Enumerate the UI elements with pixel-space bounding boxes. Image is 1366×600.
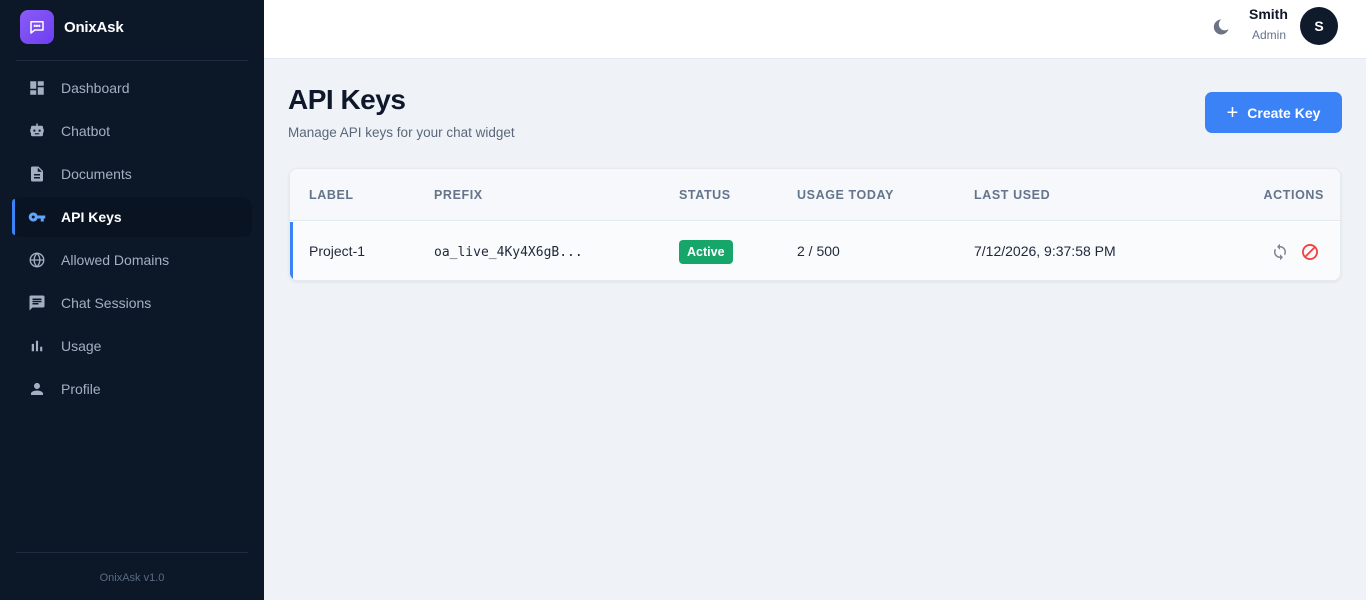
create-key-button[interactable]: + Create Key xyxy=(1205,92,1342,133)
sidebar-item-chatbot[interactable]: Chatbot xyxy=(12,111,252,151)
sidebar-item-label: Profile xyxy=(61,381,101,397)
sidebar: OnixAsk Dashboard Chatbot Documents API xyxy=(0,0,264,600)
sidebar-item-label: Chat Sessions xyxy=(61,295,152,311)
chat-bubble-icon xyxy=(20,10,54,44)
sidebar-item-label: Usage xyxy=(61,338,102,354)
sidebar-item-profile[interactable]: Profile xyxy=(12,369,252,409)
revoke-icon[interactable] xyxy=(1300,242,1320,262)
avatar[interactable]: S xyxy=(1300,7,1338,45)
sidebar-nav: Dashboard Chatbot Documents API Keys All… xyxy=(12,68,252,412)
brand[interactable]: OnixAsk xyxy=(20,10,124,44)
plus-icon: + xyxy=(1226,101,1239,124)
column-header-label: LABEL xyxy=(309,188,354,202)
key-prefix: oa_live_4Ky4X6gB... xyxy=(434,245,583,260)
sidebar-item-label: API Keys xyxy=(61,209,122,225)
sidebar-item-documents[interactable]: Documents xyxy=(12,154,252,194)
app-version: OnixAsk v1.0 xyxy=(99,572,165,584)
sidebar-item-label: Chatbot xyxy=(61,123,111,139)
top-bar: Smith Admin S xyxy=(264,0,1366,59)
column-header-status: STATUS xyxy=(679,188,731,202)
sidebar-item-api-keys[interactable]: API Keys xyxy=(12,197,252,237)
last-used: 7/12/2026, 9:37:58 PM xyxy=(974,243,1116,259)
create-key-label: Create Key xyxy=(1247,104,1321,121)
table-row[interactable]: Project-1 oa_live_4Ky4X6gB... Active 2 /… xyxy=(290,222,1340,280)
robot-icon xyxy=(28,122,46,140)
sidebar-item-label: Allowed Domains xyxy=(61,252,170,268)
table-header: LABEL PREFIX STATUS USAGE TODAY LAST USE… xyxy=(290,169,1340,221)
rotate-icon[interactable] xyxy=(1270,242,1290,262)
page-subtitle: Manage API keys for your chat widget xyxy=(288,125,515,140)
sidebar-item-allowed-domains[interactable]: Allowed Domains xyxy=(12,240,252,280)
column-header-usage-today: USAGE TODAY xyxy=(797,188,894,202)
sidebar-item-dashboard[interactable]: Dashboard xyxy=(12,68,252,108)
sidebar-item-usage[interactable]: Usage xyxy=(12,326,252,366)
person-icon xyxy=(28,380,46,398)
user-role: Admin xyxy=(1252,28,1287,42)
api-keys-table: LABEL PREFIX STATUS USAGE TODAY LAST USE… xyxy=(289,168,1341,281)
sidebar-divider-bottom xyxy=(16,552,248,553)
status-badge: Active xyxy=(679,240,733,264)
globe-icon xyxy=(28,251,46,269)
sidebar-item-label: Dashboard xyxy=(61,80,130,96)
dashboard-icon xyxy=(28,79,46,97)
sidebar-item-label: Documents xyxy=(61,166,132,182)
sidebar-divider-top xyxy=(16,60,248,61)
moon-icon[interactable] xyxy=(1211,17,1231,37)
bar-chart-icon xyxy=(28,337,46,355)
column-header-last-used: LAST USED xyxy=(974,188,1051,202)
column-header-prefix: PREFIX xyxy=(434,188,483,202)
column-header-actions: ACTIONS xyxy=(1263,188,1324,202)
key-label: Project-1 xyxy=(309,243,366,259)
user-name: Smith xyxy=(1249,6,1288,22)
sidebar-item-chat-sessions[interactable]: Chat Sessions xyxy=(12,283,252,323)
document-icon xyxy=(28,165,46,183)
key-icon xyxy=(28,208,46,226)
brand-name: OnixAsk xyxy=(64,18,124,36)
chat-icon xyxy=(28,294,46,312)
usage-today: 2 / 500 xyxy=(797,243,840,259)
page-title: API Keys xyxy=(288,84,406,115)
